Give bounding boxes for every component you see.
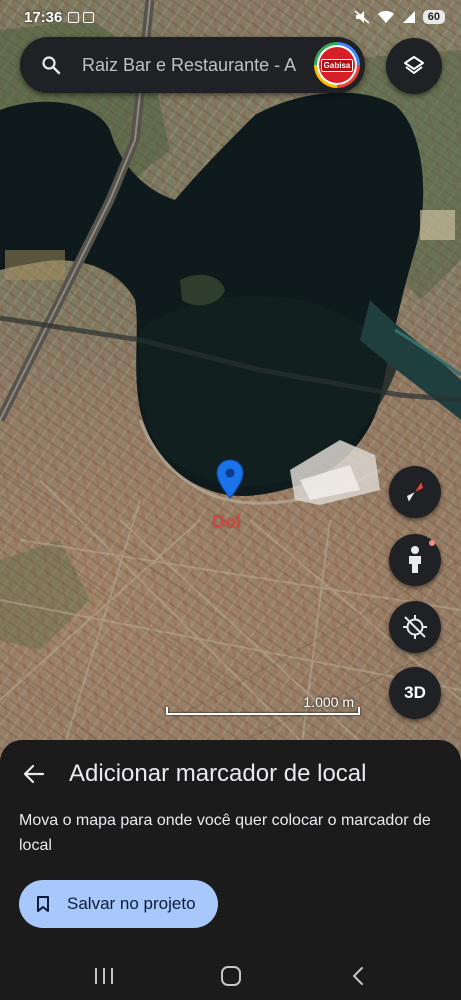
satellite-map[interactable]: Dol 1.000 m bbox=[0, 0, 461, 760]
recents-button[interactable] bbox=[74, 956, 134, 996]
bookmark-icon bbox=[19, 895, 67, 913]
compass-icon bbox=[407, 481, 423, 503]
back-button[interactable] bbox=[2, 754, 66, 794]
mute-icon bbox=[354, 10, 370, 24]
layers-button[interactable] bbox=[386, 38, 442, 94]
save-notification-icon bbox=[68, 11, 80, 23]
save-to-project-button[interactable]: Salvar no projeto bbox=[19, 880, 218, 928]
pegman-badge bbox=[429, 540, 435, 546]
sheet-description: Mova o mapa para onde você quer colocar … bbox=[19, 812, 431, 854]
compass-button[interactable] bbox=[389, 466, 441, 518]
3d-label: 3D bbox=[404, 683, 426, 702]
photo-notification-icon bbox=[83, 11, 95, 23]
nav-back-button[interactable] bbox=[328, 956, 388, 996]
wifi-icon bbox=[377, 11, 394, 23]
my-location-button[interactable] bbox=[389, 601, 441, 653]
add-placemark-sheet: Adicionar marcador de local Mova o mapa … bbox=[0, 740, 461, 952]
3d-toggle-button[interactable]: 3D bbox=[389, 667, 441, 719]
recents-icon bbox=[94, 968, 113, 984]
system-nav-bar bbox=[0, 952, 461, 1000]
nav-back-icon bbox=[352, 967, 363, 985]
status-time: 17:36 bbox=[24, 8, 63, 26]
search-query[interactable]: Raiz Bar e Restaurante - A bbox=[82, 55, 308, 76]
back-arrow-icon bbox=[23, 764, 45, 784]
home-button[interactable] bbox=[201, 956, 261, 996]
pegman-icon bbox=[409, 546, 421, 573]
location-off-icon bbox=[403, 615, 427, 639]
sheet-title: Adicionar marcador de local bbox=[69, 760, 367, 787]
scale-line bbox=[166, 707, 360, 715]
avatar-logo-text: Gabisa bbox=[320, 58, 354, 72]
sheet-header: Adicionar marcador de local bbox=[0, 756, 461, 792]
battery-indicator: 60 bbox=[422, 10, 445, 24]
map-features bbox=[0, 0, 461, 760]
save-button-label: Salvar no projeto bbox=[67, 894, 196, 913]
map-place-label: Dol bbox=[212, 512, 241, 532]
notification-icons bbox=[68, 11, 95, 23]
home-icon bbox=[220, 966, 241, 986]
street-view-button[interactable] bbox=[389, 534, 441, 586]
scale-bar: 1.000 m bbox=[166, 694, 360, 719]
location-marker bbox=[216, 459, 244, 499]
signal-icon bbox=[402, 11, 415, 23]
layers-icon bbox=[404, 56, 424, 74]
avatar[interactable]: Gabisa bbox=[314, 42, 360, 88]
search-icon[interactable] bbox=[26, 37, 76, 93]
search-bar[interactable]: Raiz Bar e Restaurante - A Gabisa bbox=[20, 37, 365, 93]
status-bar: 17:36 60 bbox=[0, 0, 461, 34]
